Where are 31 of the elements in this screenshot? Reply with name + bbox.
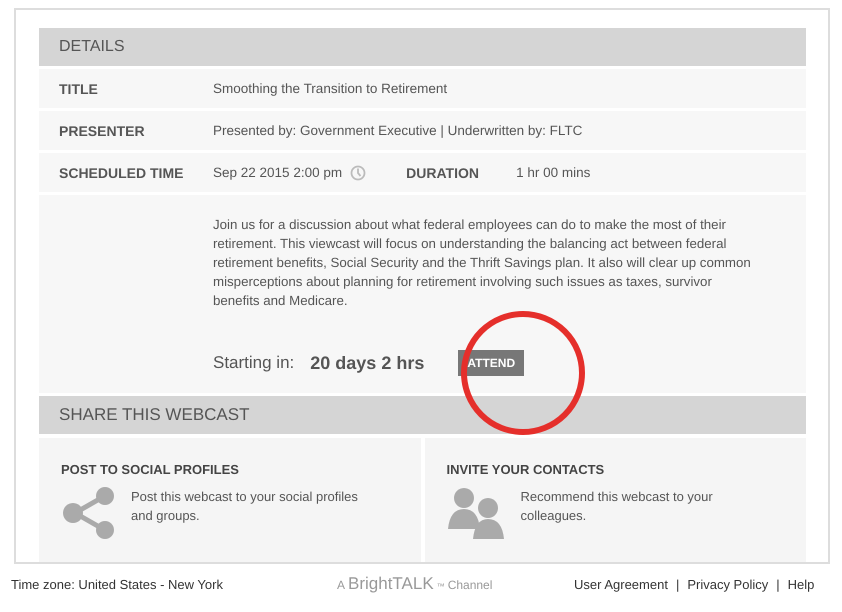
separator: | bbox=[776, 576, 780, 592]
share-icon bbox=[61, 487, 117, 539]
card-text: Recommend this webcast to your colleagues. bbox=[520, 488, 714, 525]
clock-icon bbox=[350, 164, 366, 180]
field-value: 1 hr 00 mins bbox=[516, 165, 590, 180]
field-label: DURATION bbox=[406, 164, 480, 180]
countdown-label: Starting in: bbox=[213, 353, 294, 373]
footer-link[interactable]: Help bbox=[788, 576, 814, 592]
separator: | bbox=[676, 576, 680, 592]
field-label: PRESENTER bbox=[59, 122, 146, 138]
brand-name: BrightTALK bbox=[348, 574, 434, 594]
field-value: Sep 22 2015 2:00 pm bbox=[213, 165, 342, 180]
field-value: Smoothing the Transition to Retirement bbox=[213, 81, 448, 96]
trademark-mark: ™ bbox=[436, 582, 445, 591]
people-icon bbox=[446, 487, 506, 539]
brand-prefix: A bbox=[337, 578, 346, 592]
card-title: POST TO SOCIAL PROFILES bbox=[61, 462, 240, 477]
card-text: Post this webcast to your social profiles and groups. bbox=[131, 488, 359, 525]
field-label: SCHEDULED TIME bbox=[59, 164, 184, 180]
attend-button[interactable]: ATTEND bbox=[458, 350, 524, 376]
card-title: INVITE YOUR CONTACTS bbox=[446, 462, 606, 477]
footer-link[interactable]: User Agreement bbox=[574, 576, 668, 592]
description-text: Join us for a discussion about what federal employees can do to make the most of their retirement. This viewcast will focus on understanding the balancing act between federal retirement benefits, Social Security and the Thrift Savings plan. It also will clear up common misperceptions about planning for retirement involving such issues as taxes, survivor benefits and Medicare. bbox=[213, 216, 752, 310]
field-label: TITLE bbox=[59, 80, 99, 96]
field-value: Presented by: Government Executive | Underwritten by: FLTC bbox=[213, 123, 582, 138]
footer-link[interactable]: Privacy Policy bbox=[687, 576, 768, 592]
timezone-text: Time zone: United States - New York bbox=[11, 576, 224, 592]
section-heading: SHARE THIS WEBCAST bbox=[39, 396, 806, 434]
brand-suffix: Channel bbox=[448, 578, 492, 592]
section-heading: DETAILS bbox=[39, 28, 806, 66]
countdown-value: 20 days 2 hrs bbox=[310, 352, 424, 374]
